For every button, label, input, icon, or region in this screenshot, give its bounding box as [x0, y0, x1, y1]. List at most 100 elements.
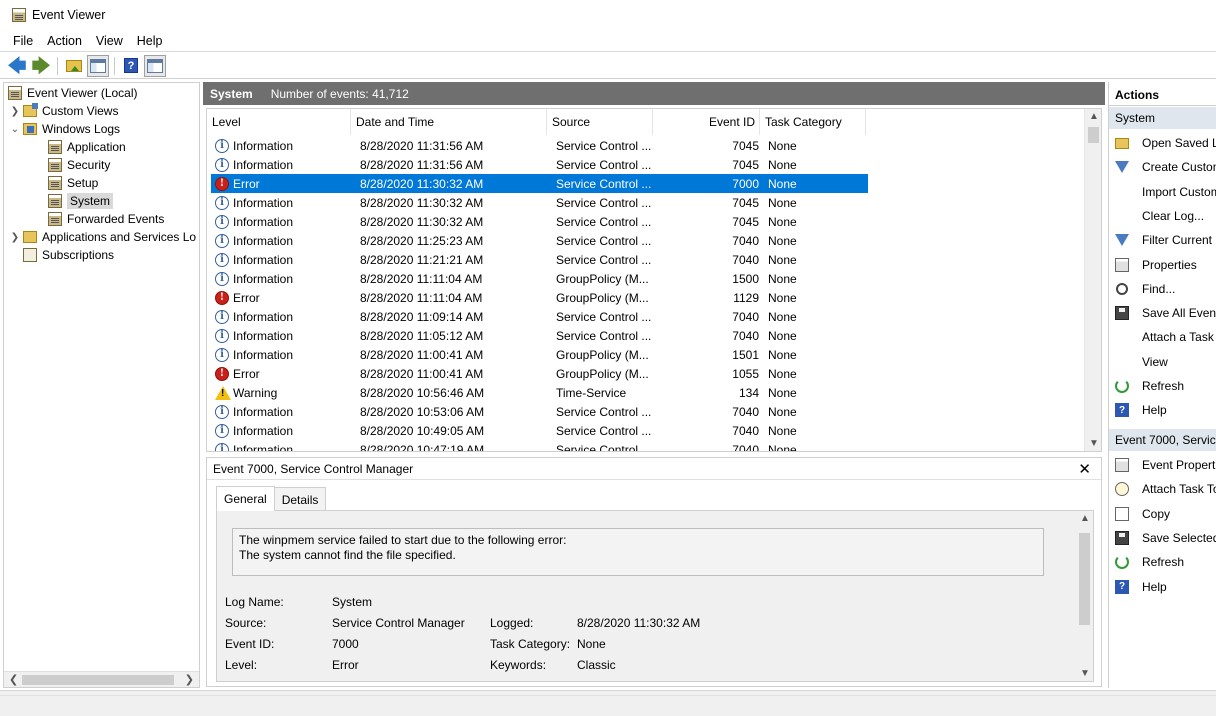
scroll-right-icon[interactable]: ❯: [185, 673, 194, 686]
collapse-chevron-icon[interactable]: ⌄: [10, 124, 20, 135]
scroll-left-icon[interactable]: ❮: [9, 673, 18, 686]
column-header-date-time[interactable]: Date and Time: [351, 109, 547, 135]
tree-root[interactable]: Event Viewer (Local): [8, 84, 138, 102]
menu-action[interactable]: Action: [40, 34, 89, 48]
table-row[interactable]: i Information 8/28/2020 10:53:06 AM Service…: [211, 402, 868, 421]
event-list-vertical-scrollbar[interactable]: ▲ ▼: [1084, 109, 1101, 451]
detail-vertical-scrollbar[interactable]: ▲ ▼: [1076, 511, 1093, 681]
action-label: Find...: [1142, 281, 1176, 296]
table-row[interactable]: i Information 8/28/2020 11:00:41 AM GroupPo…: [211, 345, 868, 364]
scroll-down-icon[interactable]: ▼: [1089, 438, 1099, 449]
tree-log-forwarded-events[interactable]: Forwarded Events: [48, 210, 164, 228]
folder-icon: [1115, 137, 1129, 149]
cell-level: i Information: [215, 231, 351, 250]
scrollbar-thumb[interactable]: [1088, 127, 1099, 143]
scroll-down-icon[interactable]: ▼: [1080, 668, 1090, 679]
action-create-custom[interactable]: Create Custom: [1115, 156, 1216, 178]
refresh-icon: [1115, 555, 1129, 570]
column-header-task-category[interactable]: Task Category: [760, 109, 866, 135]
help-button[interactable]: ?: [120, 55, 142, 77]
cell-date-time: 8/28/2020 11:30:32 AM: [360, 214, 484, 229]
table-row[interactable]: i Information 8/28/2020 11:05:12 AM Service…: [211, 326, 868, 345]
table-row[interactable]: ! Error 8/28/2020 11:11:04 AM GroupPolicy (…: [211, 288, 868, 307]
action-view[interactable]: View: [1115, 351, 1168, 373]
table-row[interactable]: i Information 8/28/2020 10:49:05 AM Service…: [211, 421, 868, 440]
action-attach-a-task-t[interactable]: Attach a Task T: [1115, 326, 1216, 348]
cell-task-category: None: [768, 423, 797, 438]
cell-date-time: 8/28/2020 11:25:23 AM: [360, 233, 484, 248]
tree-log-security[interactable]: Security: [48, 156, 110, 174]
event-detail-pane: Event 7000, Service Control Manager ✕ Ge…: [206, 457, 1102, 687]
column-header-event-id[interactable]: Event ID: [653, 109, 760, 135]
table-row[interactable]: ! Error 8/28/2020 11:30:32 AM Service Contr…: [211, 174, 868, 193]
cell-task-category: None: [768, 366, 797, 381]
action-filter-current-l[interactable]: Filter Current L: [1115, 229, 1216, 251]
tree-applications-and-services[interactable]: ❯ Applications and Services Lo: [10, 228, 196, 246]
action-clear-log[interactable]: Clear Log...: [1115, 205, 1204, 227]
cell-level: i Information: [215, 326, 351, 345]
action-attach-task-to[interactable]: Attach Task To: [1115, 478, 1216, 500]
table-row[interactable]: i Information 8/28/2020 11:31:56 AM Service…: [211, 155, 868, 174]
action-save-selected[interactable]: Save Selected: [1115, 527, 1216, 549]
tab-details[interactable]: Details: [273, 487, 327, 511]
action-import-custom[interactable]: Import Custom: [1115, 181, 1216, 203]
expand-chevron-icon[interactable]: ❯: [10, 232, 20, 243]
menu-view[interactable]: View: [89, 34, 130, 48]
table-row[interactable]: i Information 8/28/2020 11:31:56 AM Service…: [211, 136, 868, 155]
action-pane-icon: [147, 58, 163, 73]
tree-custom-views[interactable]: ❯ Custom Views: [10, 102, 118, 120]
tree-horizontal-scrollbar[interactable]: ❮ ❯: [4, 671, 199, 687]
scrollbar-thumb[interactable]: [22, 675, 174, 685]
expand-chevron-icon[interactable]: ❯: [10, 106, 20, 117]
column-header-level[interactable]: Level: [207, 109, 351, 135]
table-row[interactable]: ! Error 8/28/2020 11:00:41 AM GroupPolicy (…: [211, 364, 868, 383]
table-row[interactable]: i Information 8/28/2020 11:25:23 AM Service…: [211, 231, 868, 250]
console-tree: Event Viewer (Local) ❯ Custom Views ⌄ Wi…: [3, 82, 200, 688]
tree-subscriptions[interactable]: Subscriptions: [23, 246, 114, 264]
actions-section-system[interactable]: System: [1109, 107, 1216, 129]
action-refresh[interactable]: Refresh: [1115, 551, 1184, 573]
table-row[interactable]: i Information 8/28/2020 11:21:21 AM Service…: [211, 250, 868, 269]
tree-log-system[interactable]: System: [48, 192, 114, 210]
event-message[interactable]: The winpmem service failed to start due …: [232, 528, 1044, 576]
action-properties[interactable]: Properties: [1115, 254, 1197, 276]
action-find[interactable]: Find...: [1115, 278, 1175, 300]
back-button[interactable]: 🡄: [6, 55, 28, 77]
table-row[interactable]: i Information 8/28/2020 11:30:32 AM Service…: [211, 212, 868, 231]
table-row[interactable]: i Information 8/28/2020 10:47:19 AM Service…: [211, 440, 868, 451]
action-copy[interactable]: Copy: [1115, 503, 1170, 525]
table-row[interactable]: i Information 8/28/2020 11:30:32 AM Service…: [211, 193, 868, 212]
show-hide-console-tree-button[interactable]: [87, 54, 109, 77]
action-help[interactable]: ? Help: [1115, 399, 1167, 421]
tab-general[interactable]: General: [216, 486, 275, 511]
action-help[interactable]: ? Help: [1115, 576, 1167, 598]
close-icon[interactable]: ✕: [1078, 460, 1091, 478]
show-hide-action-pane-button[interactable]: [144, 54, 166, 77]
scroll-up-icon[interactable]: ▲: [1089, 111, 1099, 122]
event-list: Level Date and Time Source Event ID Task…: [206, 108, 1102, 452]
action-open-saved-lo[interactable]: Open Saved Lo: [1115, 132, 1216, 154]
column-header-source[interactable]: Source: [547, 109, 653, 135]
table-row[interactable]: i Information 8/28/2020 11:11:04 AM GroupPo…: [211, 269, 868, 288]
cell-source: GroupPolicy (M...: [556, 347, 649, 362]
cell-date-time: 8/28/2020 11:31:56 AM: [360, 157, 484, 172]
label-log-name: Log Name:: [225, 595, 284, 609]
forward-button[interactable]: 🡆: [30, 55, 52, 77]
menu-help[interactable]: Help: [130, 34, 170, 48]
log-icon: [48, 212, 62, 226]
scrollbar-thumb[interactable]: [1079, 533, 1090, 625]
action-refresh[interactable]: Refresh: [1115, 375, 1184, 397]
table-row[interactable]: i Information 8/28/2020 11:09:14 AM Service…: [211, 307, 868, 326]
info-icon: i: [215, 157, 229, 172]
tree-log-application[interactable]: Application: [48, 138, 126, 156]
up-one-level-button[interactable]: [63, 55, 85, 77]
menu-file[interactable]: File: [6, 34, 40, 48]
actions-section-event[interactable]: Event 7000, Service: [1109, 429, 1216, 451]
table-row[interactable]: Warning 8/28/2020 10:56:46 AM Time-Service…: [211, 383, 868, 402]
action-save-all-events[interactable]: Save All Events: [1115, 302, 1216, 324]
scroll-up-icon[interactable]: ▲: [1080, 513, 1090, 524]
cell-task-category: None: [768, 328, 797, 343]
action-event-properti[interactable]: Event Properti: [1115, 454, 1216, 476]
tree-log-setup[interactable]: Setup: [48, 174, 98, 192]
tree-windows-logs[interactable]: ⌄ Windows Logs: [10, 120, 120, 138]
